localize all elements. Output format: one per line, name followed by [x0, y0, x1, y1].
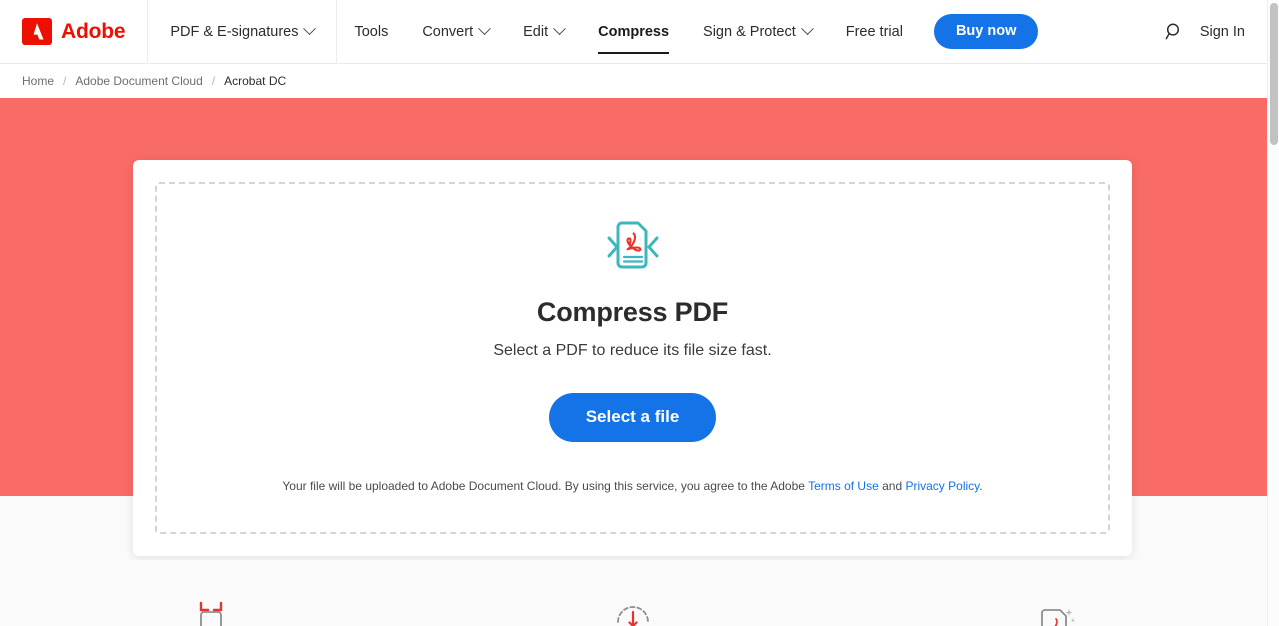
legal-disclaimer: Your file will be uploaded to Adobe Docu…	[282, 479, 982, 493]
select-a-file-button[interactable]: Select a file	[548, 393, 717, 442]
nav-item-edit[interactable]: Edit	[506, 0, 581, 64]
breadcrumb-item-acrobat-dc: Acrobat DC	[224, 74, 287, 88]
nav-item-tools[interactable]: Tools	[337, 0, 405, 64]
compress-pdf-document-icon	[600, 216, 666, 283]
top-navigation-bar: Adobe PDF & E-signatures Tools Convert E…	[0, 0, 1267, 64]
breadcrumb-separator: /	[63, 74, 67, 88]
file-dropzone[interactable]: Compress PDF Select a PDF to reduce its …	[155, 182, 1110, 534]
page-title: Compress PDF	[536, 297, 729, 327]
chevron-down-icon	[303, 22, 317, 36]
chevron-down-icon	[478, 22, 491, 36]
nav-item-convert[interactable]: Convert	[405, 0, 506, 64]
legal-text-part3: .	[979, 478, 983, 493]
nav-item-label: Sign & Protect	[703, 23, 796, 40]
feature-item-rotate-pdf[interactable]	[422, 560, 844, 626]
legal-text-part1: Your file will be uploaded to Adobe Docu…	[282, 478, 809, 493]
nav-item-label: Compress	[598, 23, 670, 40]
breadcrumb: Home / Adobe Document Cloud / Acrobat DC	[0, 64, 1267, 98]
feature-strip	[0, 560, 1267, 626]
buy-now-button[interactable]: Buy now	[933, 13, 1039, 50]
page-subtitle: Select a PDF to reduce its file size fas…	[493, 342, 772, 359]
feature-item-crop-pdf[interactable]	[0, 560, 422, 626]
nav-item-sign-and-protect[interactable]: Sign & Protect	[686, 0, 829, 64]
vertical-scrollbar-thumb[interactable]	[1270, 3, 1278, 145]
page-root: Adobe PDF & E-signatures Tools Convert E…	[0, 0, 1279, 626]
sign-in-link[interactable]: Sign In	[1200, 24, 1245, 40]
privacy-policy-link[interactable]: Privacy Policy	[905, 479, 979, 493]
adobe-logo-icon	[22, 18, 52, 45]
legal-text-part2: and	[878, 478, 906, 493]
crop-pdf-icon	[189, 600, 233, 626]
nav-item-free-trial[interactable]: Free trial	[829, 0, 920, 64]
enhance-pdf-icon	[1034, 600, 1078, 626]
feature-item-enhance-pdf[interactable]	[845, 560, 1267, 626]
nav-item-label: PDF & E-signatures	[170, 23, 299, 40]
breadcrumb-item-home[interactable]: Home	[22, 74, 54, 88]
nav-item-label: Convert	[422, 23, 474, 40]
breadcrumb-item-adobe-document-cloud[interactable]: Adobe Document Cloud	[75, 74, 202, 88]
nav-right-group: Sign In	[1165, 22, 1267, 41]
nav-item-label: Free trial	[845, 23, 903, 40]
search-icon[interactable]	[1165, 22, 1184, 41]
upload-card: Compress PDF Select a PDF to reduce its …	[133, 160, 1132, 556]
rotate-pdf-icon	[611, 600, 655, 626]
adobe-brand-name: Adobe	[61, 20, 126, 43]
vertical-scrollbar-track[interactable]	[1267, 0, 1279, 626]
nav-item-label: Tools	[354, 23, 389, 40]
nav-item-compress[interactable]: Compress	[581, 0, 686, 64]
breadcrumb-separator: /	[211, 74, 216, 88]
nav-links: PDF & E-signatures Tools Convert Edit Co…	[148, 0, 1039, 64]
chevron-down-icon	[553, 22, 566, 36]
nav-item-pdf-and-esignatures[interactable]: PDF & E-signatures	[148, 0, 338, 64]
terms-of-use-link[interactable]: Terms of Use	[808, 479, 879, 493]
adobe-brand-logo[interactable]: Adobe	[0, 0, 149, 64]
chevron-down-icon	[800, 22, 814, 36]
nav-item-label: Edit	[523, 23, 549, 40]
